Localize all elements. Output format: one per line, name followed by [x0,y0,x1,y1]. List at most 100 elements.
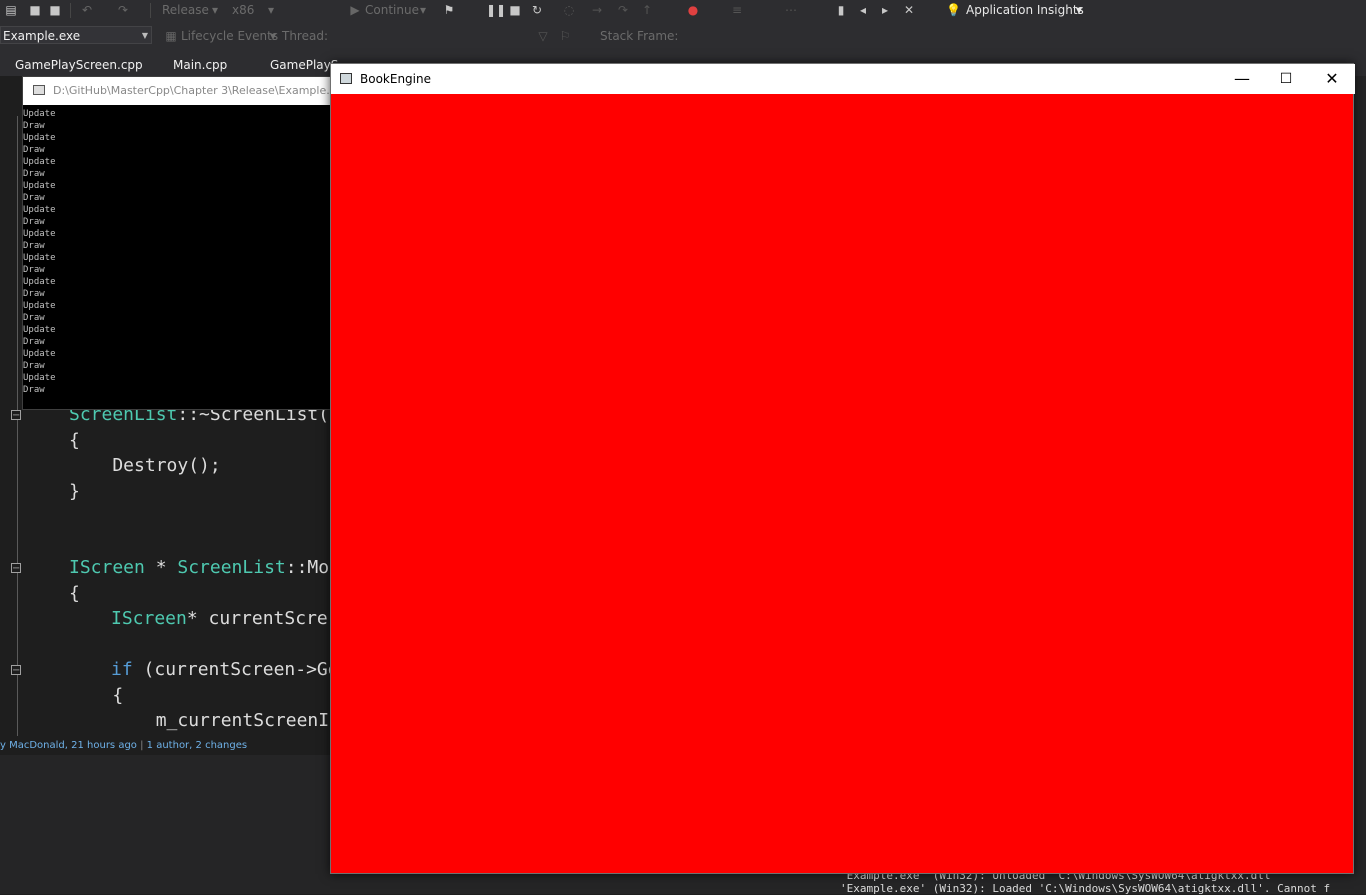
tool-window-edge [1354,76,1366,755]
filter-icon[interactable]: ▽ [536,29,550,43]
codelens-changes[interactable]: 1 author, 2 changes [147,740,247,751]
undo-icon[interactable]: ↶ [80,3,94,17]
console-line: Draw [23,241,45,251]
separator [150,3,151,18]
lightbulb-icon: 💡 [946,3,961,17]
solution-platform-dropdown[interactable]: x86 [232,3,254,17]
console-line: Update [23,373,56,383]
console-window[interactable]: D:\GitHub\MasterCpp\Chapter 3\Release\Ex… [22,76,336,410]
bookengine-title: BookEngine [360,72,431,86]
thread-label: Thread: [282,29,329,43]
bookengine-window[interactable]: BookEngine — ☐ ✕ [330,63,1355,874]
console-line: Update [23,229,56,239]
console-line: Draw [23,361,45,371]
maximize-button[interactable]: ☐ [1263,64,1309,94]
save-icon[interactable]: ■ [28,3,42,17]
stack-frame-label: Stack Frame: [600,29,679,43]
console-line: Draw [23,313,45,323]
dropdown-arrow-icon: ▾ [420,3,427,17]
restart-icon[interactable]: ↻ [530,3,544,17]
new-project-icon[interactable]: ▤ [4,3,18,17]
flag-icon[interactable]: ⚐ [558,29,572,43]
breakpoint-icon[interactable]: ● [686,3,700,17]
code-line: IScreen * ScreenList::Mov [69,557,340,578]
console-output: Update Draw Update Draw Update Draw Upda… [23,108,56,396]
console-line: Update [23,277,56,287]
save-all-icon[interactable]: ■ [48,3,62,17]
application-insights-button[interactable]: Application Insights [966,3,1084,17]
format-icon[interactable]: ⋯ [784,3,798,17]
redo-icon[interactable]: ↷ [116,3,130,17]
code-line: IScreen* currentScre [111,608,328,629]
show-next-statement-icon[interactable]: ◌ [562,3,576,17]
tab-main-cpp[interactable]: Main.cpp [173,58,227,72]
dropdown-arrow-icon: ▼ [141,31,148,40]
console-line: Update [23,325,56,335]
outline-guide [17,116,18,736]
lifecycle-icon: ▦ [165,29,177,43]
console-line: Draw [23,337,45,347]
stop-icon[interactable]: ■ [508,3,522,17]
code-line: if (currentScreen->Ge [111,659,339,680]
minimize-button[interactable]: — [1219,64,1265,94]
play-icon[interactable]: ▶ [348,3,362,17]
console-line: Update [23,133,56,143]
console-line: Update [23,157,56,167]
close-button[interactable]: ✕ [1309,64,1355,94]
code-line: { [69,685,124,706]
bookengine-title-bar[interactable]: BookEngine — ☐ ✕ [331,64,1355,94]
console-title: D:\GitHub\MasterCpp\Chapter 3\Release\Ex… [53,84,337,97]
code-line: Destroy(); [69,455,221,476]
code-line: m_currentScreenI [69,710,330,731]
dropdown-arrow-icon: ▾ [1076,3,1083,17]
bookmark-prev-icon[interactable]: ◂ [856,3,870,17]
hex-icon[interactable]: ≡ [730,3,744,17]
bookmark-icon[interactable]: ▮ [834,3,848,17]
collapse-icon[interactable]: − [11,410,21,421]
console-title-bar[interactable]: D:\GitHub\MasterCpp\Chapter 3\Release\Ex… [23,77,337,105]
code-line: { [69,583,80,604]
dropdown-arrow-icon: ▾ [268,3,275,17]
codelens-bar: y MacDonald, 21 hours ago | 1 author, 2 … [0,737,330,755]
render-surface[interactable] [331,94,1353,873]
step-out-icon[interactable]: ↑ [640,3,654,17]
step-into-icon[interactable]: → [590,3,604,17]
solution-config-dropdown[interactable]: Release [162,3,209,17]
lifecycle-events-dropdown[interactable]: Lifecycle Events [181,29,278,43]
console-line: Draw [23,193,45,203]
step-over-icon[interactable]: ↷ [616,3,630,17]
debug-location-toolbar: ▦ Lifecycle Events ▾ Thread: ▽ ⚐ Stack F… [0,22,1366,50]
console-line: Draw [23,145,45,155]
output-line: 'Example.exe' (Win32): Loaded 'C:\Window… [840,882,1331,895]
tab-gameplayscreen-cpp[interactable]: GamePlayScreen.cpp [15,58,143,72]
console-line: Update [23,181,56,191]
console-line: Draw [23,217,45,227]
console-line: Draw [23,121,45,131]
code-line: { [69,430,80,451]
console-line: Update [23,109,56,119]
console-line: Update [23,253,56,263]
bookmark-next-icon[interactable]: ▸ [878,3,892,17]
bookmark-clear-icon[interactable]: ✕ [902,3,916,17]
window-app-icon [340,73,352,84]
debug-toolbar: ▤ ■ ■ ↶ ↷ Release ▾ x86 ▾ ▶ Continue ▾ ⚑… [0,0,1366,22]
console-line: Update [23,205,56,215]
console-line: Draw [23,289,45,299]
collapse-icon[interactable]: − [11,563,21,574]
pause-icon[interactable]: ❚❚ [486,3,506,17]
tab-gameplays[interactable]: GamePlayS [270,58,338,72]
codelens-author[interactable]: y MacDonald, 21 hours ago [0,740,137,751]
dropdown-arrow-icon: ▾ [270,29,277,43]
collapse-icon[interactable]: − [11,665,21,676]
startup-project-value: Example.exe [3,29,81,43]
separator [70,3,71,18]
console-line: Draw [23,265,45,275]
console-line: Draw [23,385,45,395]
attach-icon[interactable]: ⚑ [442,3,456,17]
dropdown-arrow-icon: ▾ [212,3,219,17]
console-line: Draw [23,169,45,179]
startup-project-combo[interactable]: Example.exe ▼ [0,26,152,44]
console-icon [33,85,45,95]
console-line: Update [23,349,56,359]
continue-button[interactable]: Continue [365,3,419,17]
